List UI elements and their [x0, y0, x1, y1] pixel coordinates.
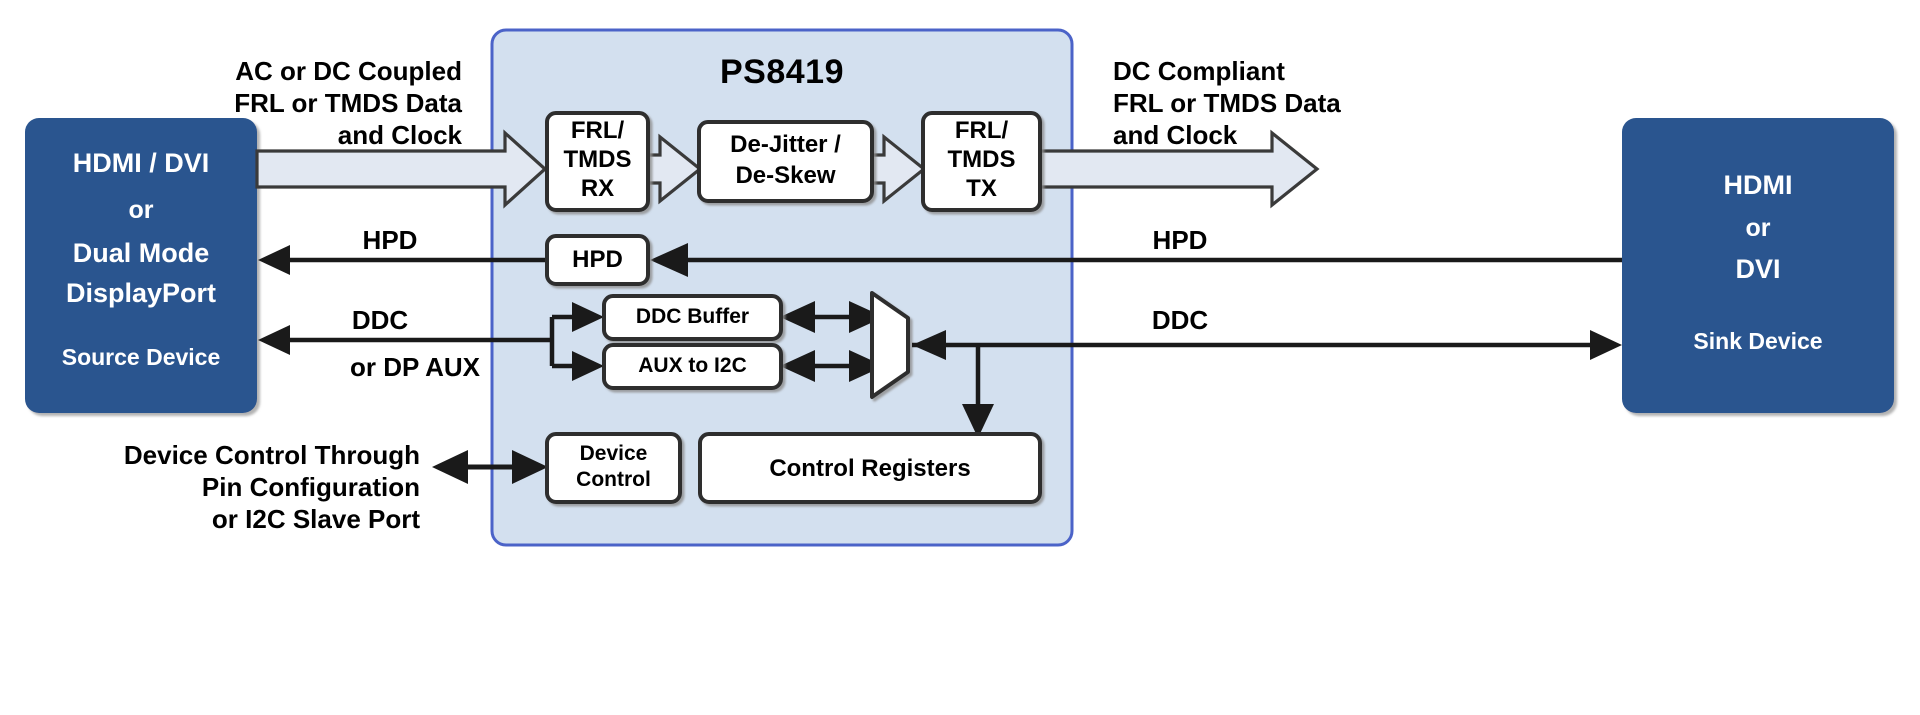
source-device-line-1: HDMI / DVI — [72, 148, 210, 178]
block-device-control-line-1: Device — [579, 442, 648, 465]
block-control-registers-label: Control Registers — [769, 455, 971, 482]
left-dp-aux-label: or DP AUX — [349, 352, 481, 382]
source-device-line-4: DisplayPort — [65, 278, 217, 308]
diagram-canvas: PS8419 HDMI / DVI or Dual Mode DisplayPo… — [0, 0, 1920, 715]
right-datapath-line-3: and Clock — [1113, 120, 1238, 150]
sink-device-line-1: HDMI — [1723, 170, 1793, 200]
device-control-label-2: Pin Configuration — [201, 472, 420, 502]
source-device-line-3: Dual Mode — [72, 238, 210, 268]
sink-device-line-2: or — [1745, 214, 1771, 242]
block-ddc-buffer-label: DDC Buffer — [635, 305, 750, 328]
device-control-label-1: Device Control Through — [123, 440, 420, 470]
left-hpd-label: HPD — [362, 225, 418, 255]
right-ddc-label: DDC — [1151, 305, 1209, 335]
source-device-footer: Source Device — [61, 344, 221, 370]
block-frl-tmds-tx-line-1: FRL/ — [954, 117, 1009, 144]
device-control-label-3: or I2C Slave Port — [211, 504, 420, 534]
right-datapath-line-1: DC Compliant — [1113, 56, 1285, 86]
block-hpd-label: HPD — [572, 246, 623, 273]
block-de-jitter-line-2: De-Skew — [735, 162, 836, 189]
block-frl-tmds-rx-line-1: FRL/ — [570, 117, 625, 144]
left-datapath-line-3: and Clock — [337, 120, 462, 150]
sink-device-line-3: DVI — [1735, 254, 1781, 284]
block-aux-to-i2c-label: AUX to I2C — [638, 354, 747, 377]
block-frl-tmds-rx-line-3: RX — [580, 175, 615, 202]
sink-device-footer: Sink Device — [1693, 328, 1823, 354]
right-hpd-label: HPD — [1152, 225, 1208, 255]
ps8419-title: PS8419 — [720, 53, 844, 91]
left-ddc-label: DDC — [351, 305, 409, 335]
right-datapath-line-2: FRL or TMDS Data — [1113, 88, 1341, 118]
block-device-control-line-2: Control — [576, 468, 651, 491]
block-frl-tmds-rx-line-2: TMDS — [563, 146, 632, 173]
block-de-jitter-line-1: De-Jitter / — [730, 131, 841, 158]
block-frl-tmds-tx-line-2: TMDS — [947, 146, 1016, 173]
left-datapath-line-1: AC or DC Coupled — [235, 56, 462, 86]
block-frl-tmds-tx-line-3: TX — [966, 175, 997, 202]
source-device-line-2: or — [128, 196, 154, 224]
left-datapath-line-2: FRL or TMDS Data — [234, 88, 462, 118]
